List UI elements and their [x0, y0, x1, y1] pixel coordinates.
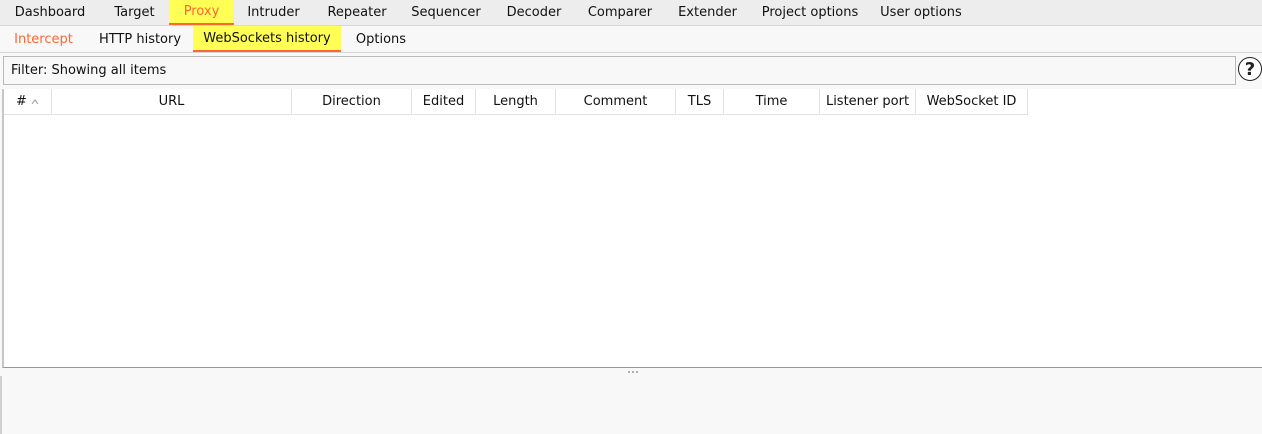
tab-extender[interactable]: Extender: [663, 0, 752, 25]
column-header-comment[interactable]: Comment: [556, 89, 676, 114]
main-tab-bar: Dashboard Target Proxy Intruder Repeater…: [0, 0, 1262, 26]
table-body[interactable]: [4, 115, 1262, 367]
help-icon[interactable]: ?: [1238, 57, 1262, 81]
splitter-grip-icon[interactable]: [628, 371, 638, 373]
tab-comparer[interactable]: Comparer: [577, 0, 663, 25]
column-header-tls[interactable]: TLS: [676, 89, 724, 114]
column-header-direction[interactable]: Direction: [292, 89, 412, 114]
column-header-listener-port[interactable]: Listener port: [820, 89, 916, 114]
column-header-edited[interactable]: Edited: [412, 89, 476, 114]
websockets-history-table[interactable]: # URL Direction Edited Length Comment TL…: [2, 89, 1262, 368]
tab-intercept[interactable]: Intercept: [0, 26, 87, 52]
table-header: # URL Direction Edited Length Comment TL…: [4, 89, 1028, 115]
tab-websockets-history[interactable]: WebSockets history: [193, 26, 341, 52]
column-header-length[interactable]: Length: [476, 89, 556, 114]
pane-splitter[interactable]: [2, 368, 1262, 376]
tab-sequencer[interactable]: Sequencer: [401, 0, 491, 25]
column-header-label: #: [16, 94, 27, 109]
column-header-url[interactable]: URL: [52, 89, 292, 114]
proxy-sub-tab-bar: Intercept HTTP history WebSockets histor…: [0, 26, 1262, 53]
tab-repeater[interactable]: Repeater: [313, 0, 401, 25]
filter-bar[interactable]: Filter: Showing all items: [3, 56, 1236, 85]
tab-project-options[interactable]: Project options: [752, 0, 868, 25]
tab-proxy[interactable]: Proxy: [169, 0, 234, 25]
tab-http-history[interactable]: HTTP history: [87, 26, 193, 52]
filter-text: Filter: Showing all items: [11, 63, 167, 78]
column-header-time[interactable]: Time: [724, 89, 820, 114]
tab-options[interactable]: Options: [341, 26, 421, 52]
burp-window: Dashboard Target Proxy Intruder Repeater…: [0, 0, 1262, 434]
column-header-websocket-id[interactable]: WebSocket ID: [916, 89, 1028, 114]
tab-decoder[interactable]: Decoder: [491, 0, 577, 25]
sort-ascending-icon: [31, 98, 39, 104]
tab-dashboard[interactable]: Dashboard: [0, 0, 100, 25]
column-header-number[interactable]: #: [4, 89, 52, 114]
tab-intruder[interactable]: Intruder: [234, 0, 313, 25]
message-detail-pane: [0, 376, 1262, 434]
tab-target[interactable]: Target: [100, 0, 169, 25]
tab-user-options[interactable]: User options: [868, 0, 974, 25]
